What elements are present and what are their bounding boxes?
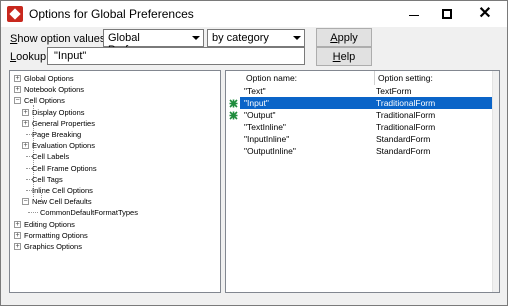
minimize-icon bbox=[408, 14, 419, 16]
option-setting[interactable]: TextForm bbox=[376, 85, 411, 97]
tree-item-label: Inline Cell Options bbox=[32, 186, 93, 195]
mathematica-app-icon bbox=[7, 6, 23, 22]
window-title: Options for Global Preferences bbox=[29, 7, 194, 21]
view-dropdown-value: by category bbox=[212, 32, 269, 44]
collapse-icon[interactable]: − bbox=[14, 97, 21, 105]
scope-dropdown[interactable]: Global Preferences bbox=[103, 29, 204, 56]
expand-icon[interactable]: + bbox=[14, 86, 21, 94]
tree-item-label: Cell Tags bbox=[32, 174, 63, 184]
tree-item-label: Global Options bbox=[24, 74, 74, 83]
column-header-option-name[interactable]: Option name: bbox=[246, 73, 297, 83]
expand-icon[interactable]: + bbox=[22, 119, 29, 127]
expand-icon[interactable]: + bbox=[14, 75, 21, 82]
tree-item-label: Page Breaking bbox=[32, 130, 82, 139]
lookup-input[interactable]: "Input" bbox=[47, 47, 305, 65]
tree-item[interactable]: + Evaluation Options bbox=[10, 140, 220, 151]
option-row[interactable]: "OutputInline" StandardForm bbox=[240, 145, 492, 157]
tree-connector bbox=[28, 212, 38, 214]
option-setting[interactable]: TraditionalForm bbox=[376, 97, 435, 109]
maximize-icon bbox=[441, 9, 452, 19]
option-setting[interactable]: TraditionalForm bbox=[376, 109, 435, 121]
collapse-icon[interactable]: − bbox=[22, 198, 29, 206]
option-name: "Text" bbox=[244, 86, 266, 96]
expand-icon[interactable]: + bbox=[22, 142, 29, 150]
option-values-list[interactable]: Option name: Option setting: "Text" TextF… bbox=[225, 70, 500, 293]
tree-item[interactable]: + Graphics Options bbox=[10, 241, 220, 252]
apply-button[interactable]: Apply bbox=[316, 28, 372, 47]
option-setting[interactable]: StandardForm bbox=[376, 145, 430, 157]
list-header: Option name: Option setting: bbox=[226, 71, 492, 85]
expand-icon[interactable]: + bbox=[14, 243, 21, 250]
title-bar[interactable]: Options for Global Preferences ✕ bbox=[1, 1, 507, 27]
minimize-button[interactable] bbox=[397, 1, 430, 27]
tree-item[interactable]: + General Properties bbox=[10, 118, 220, 129]
modified-setting-icon bbox=[229, 110, 238, 120]
tree-item-label: Display Options bbox=[32, 107, 85, 117]
modified-setting-icon bbox=[229, 98, 238, 108]
option-category-tree[interactable]: + Global Options + Notebook Options − Cell Op… bbox=[9, 70, 221, 293]
expand-icon[interactable]: + bbox=[22, 108, 29, 116]
option-name: "TextInline" bbox=[244, 122, 286, 132]
expand-icon[interactable]: + bbox=[14, 231, 21, 239]
tree-item[interactable]: Page Breaking bbox=[10, 129, 220, 140]
option-setting[interactable]: TraditionalForm bbox=[376, 121, 435, 133]
option-name: "OutputInline" bbox=[244, 146, 296, 156]
tree-item[interactable]: + Global Options bbox=[10, 73, 220, 84]
option-row[interactable]: "TextInline" TraditionalForm bbox=[240, 121, 492, 133]
close-icon: ✕ bbox=[478, 5, 492, 22]
tree-item-label: New Cell Defaults bbox=[32, 197, 92, 207]
option-row[interactable]: "Input" TraditionalForm bbox=[240, 97, 492, 109]
tree-item[interactable]: Cell Tags bbox=[10, 174, 220, 185]
tree-item[interactable]: + Editing Options bbox=[10, 219, 220, 230]
option-row[interactable]: "Text" TextForm bbox=[240, 85, 492, 97]
tree-item-label: Graphics Options bbox=[24, 242, 82, 251]
vertical-scrollbar[interactable] bbox=[492, 71, 499, 292]
option-row[interactable]: "Output" TraditionalForm bbox=[240, 109, 492, 121]
chevron-down-icon bbox=[293, 36, 301, 40]
option-setting[interactable]: StandardForm bbox=[376, 133, 430, 145]
tree-item-label: Cell Labels bbox=[32, 152, 70, 162]
lookup-label: Lookup: bbox=[10, 51, 50, 63]
column-header-option-setting[interactable]: Option setting: bbox=[378, 73, 433, 83]
tree-item-label: CommonDefaultFormatTypes bbox=[40, 208, 138, 218]
tree-item[interactable]: + Display Options bbox=[10, 107, 220, 118]
tree-item[interactable]: − New Cell Defaults bbox=[10, 196, 220, 207]
help-button[interactable]: Help bbox=[316, 47, 372, 66]
tree-item[interactable]: + Formatting Options bbox=[10, 230, 220, 241]
options-window: Options for Global Preferences ✕ Show op… bbox=[0, 0, 508, 306]
tree-item-label: General Properties bbox=[32, 118, 95, 128]
tree-item-label: Notebook Options bbox=[24, 85, 85, 95]
tree-item-label: Cell Options bbox=[24, 96, 65, 106]
option-row[interactable]: "InputInline" StandardForm bbox=[240, 133, 492, 145]
tree-item[interactable]: Inline Cell Options bbox=[10, 185, 220, 196]
tree-item-label: Cell Frame Options bbox=[32, 163, 97, 173]
tree-item-label: Editing Options bbox=[24, 219, 75, 229]
column-divider[interactable] bbox=[374, 71, 375, 85]
option-name: "Input" bbox=[244, 98, 269, 108]
tree-item[interactable]: Cell Labels bbox=[10, 151, 220, 162]
tree-item[interactable]: − Cell Options bbox=[10, 95, 220, 106]
maximize-button[interactable] bbox=[430, 1, 463, 27]
option-name: "InputInline" bbox=[244, 134, 290, 144]
option-name: "Output" bbox=[244, 110, 276, 120]
tree-item-label: Evaluation Options bbox=[32, 141, 95, 151]
view-dropdown[interactable]: by category bbox=[207, 29, 305, 47]
tree-item[interactable]: CommonDefaultFormatTypes bbox=[10, 207, 220, 218]
expand-icon[interactable]: + bbox=[14, 220, 21, 228]
close-button[interactable]: ✕ bbox=[463, 1, 507, 27]
tree-item[interactable]: + Notebook Options bbox=[10, 84, 220, 95]
chevron-down-icon bbox=[192, 36, 200, 40]
tree-item[interactable]: Cell Frame Options bbox=[10, 163, 220, 174]
tree-item-label: Formatting Options bbox=[24, 230, 88, 240]
